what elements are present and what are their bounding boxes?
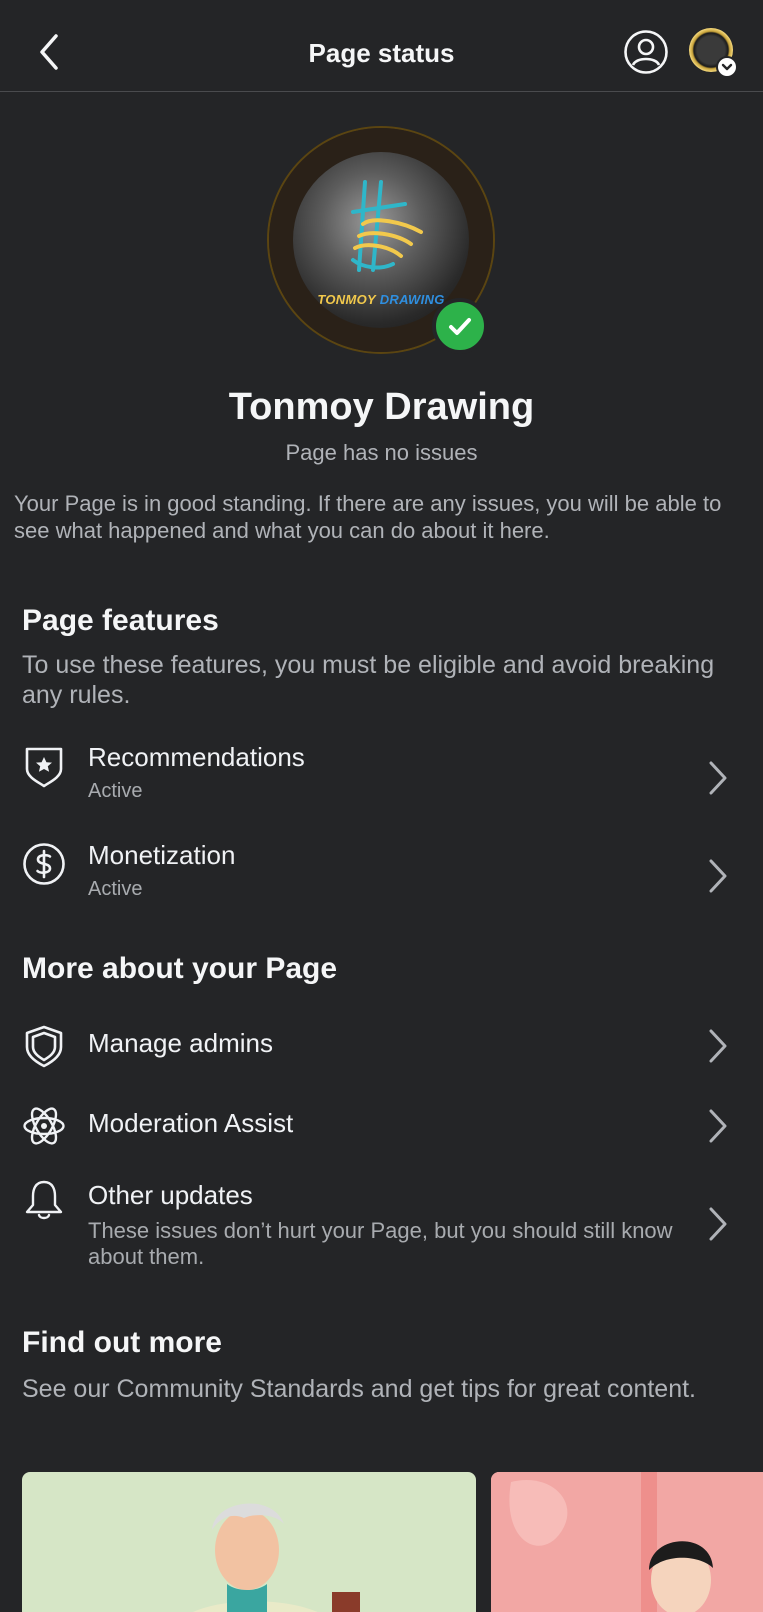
chevron-right-icon <box>709 1109 727 1143</box>
chevron-right-icon <box>709 1029 727 1063</box>
page-name: Tonmoy Drawing <box>228 386 535 428</box>
profile-button[interactable] <box>623 29 669 75</box>
dollar-circle-icon <box>23 843 65 885</box>
row-label: Other updates <box>88 1180 253 1210</box>
shield-star-icon <box>25 747 63 788</box>
row-moderation-assist[interactable]: Moderation Assist <box>0 1098 763 1158</box>
row-label: Moderation Assist <box>88 1108 294 1138</box>
section-title-find-out-more: Find out more <box>22 1326 222 1359</box>
verified-check-badge <box>432 298 488 354</box>
page-status-description: Your Page is in good standing. If there … <box>14 491 722 543</box>
section-subtitle-find-out-more: See our Community Standards and get tips… <box>22 1375 696 1403</box>
community-standards-card[interactable] <box>22 1472 476 1612</box>
page-switcher-button[interactable] <box>689 28 739 78</box>
top-bar: Page status <box>0 0 763 92</box>
row-label: Manage admins <box>88 1028 273 1058</box>
row-status: Active <box>88 878 143 900</box>
row-description: These issues don’t hurt your Page, but y… <box>88 1218 673 1269</box>
user-icon <box>624 30 668 74</box>
row-other-updates[interactable]: Other updates These issues don’t hurt yo… <box>0 1176 763 1276</box>
chevron-right-icon <box>709 761 727 795</box>
row-recommendations[interactable]: Recommendations Active <box>0 740 763 820</box>
row-label: Monetization <box>88 840 236 870</box>
chevron-right-icon <box>709 859 727 893</box>
section-subtitle-page-features: To use these features, you must be eligi… <box>22 651 715 709</box>
row-monetization[interactable]: Monetization Active <box>0 838 763 918</box>
elderly-person-illustration <box>193 1503 360 1612</box>
content-tips-card[interactable] <box>491 1472 763 1612</box>
atom-icon <box>23 1107 65 1145</box>
bell-icon <box>25 1180 63 1220</box>
section-title-page-features: Page features <box>22 604 219 637</box>
row-label: Recommendations <box>88 742 305 772</box>
check-icon <box>449 318 471 335</box>
chevron-right-icon <box>709 1207 727 1241</box>
section-title-more-about: More about your Page <box>22 952 338 985</box>
person-illustration <box>491 1472 763 1612</box>
page-avatar: TONMOY DRAWING <box>269 128 495 354</box>
shield-icon <box>25 1025 63 1068</box>
page-status-text: Page has no issues <box>285 440 478 465</box>
row-manage-admins[interactable]: Manage admins <box>0 1018 763 1078</box>
chevron-down-icon <box>716 56 738 78</box>
row-status: Active <box>88 780 143 802</box>
